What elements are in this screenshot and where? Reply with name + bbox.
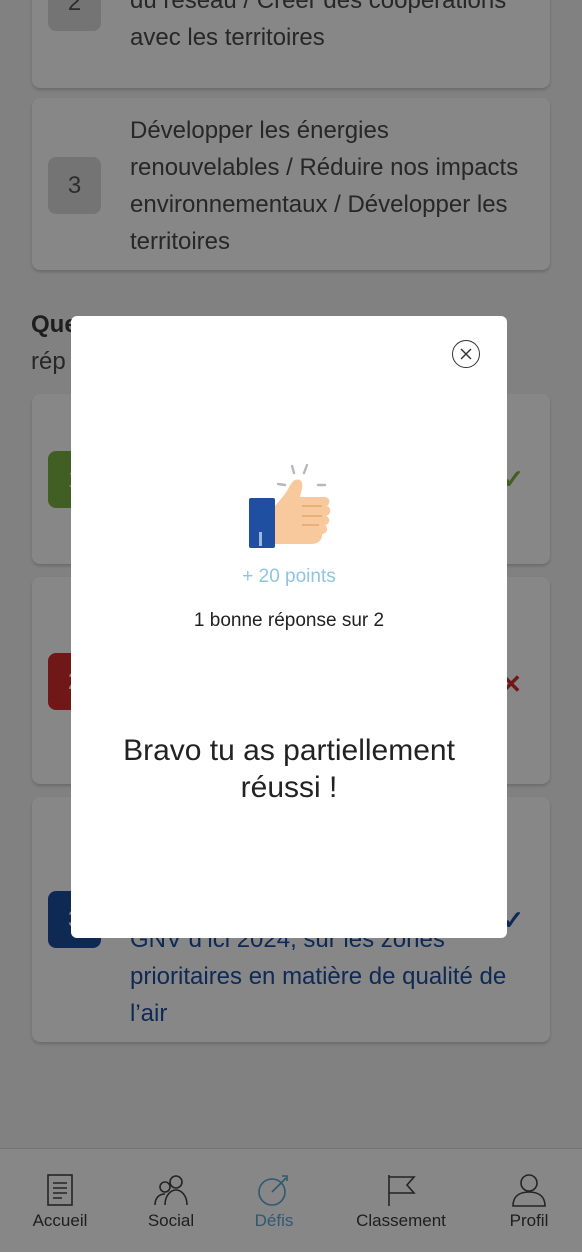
thumbs-up-icon (249, 463, 331, 548)
result-message: Bravo tu as partiellement réussi ! (123, 734, 455, 804)
close-button[interactable] (452, 340, 480, 368)
score-text: 1 bonne réponse sur 2 (193, 610, 385, 631)
points-earned: + 20 points (242, 566, 336, 587)
close-icon (460, 348, 472, 360)
result-modal: + 20 points 1 bonne réponse sur 2 Bravo … (71, 316, 507, 938)
